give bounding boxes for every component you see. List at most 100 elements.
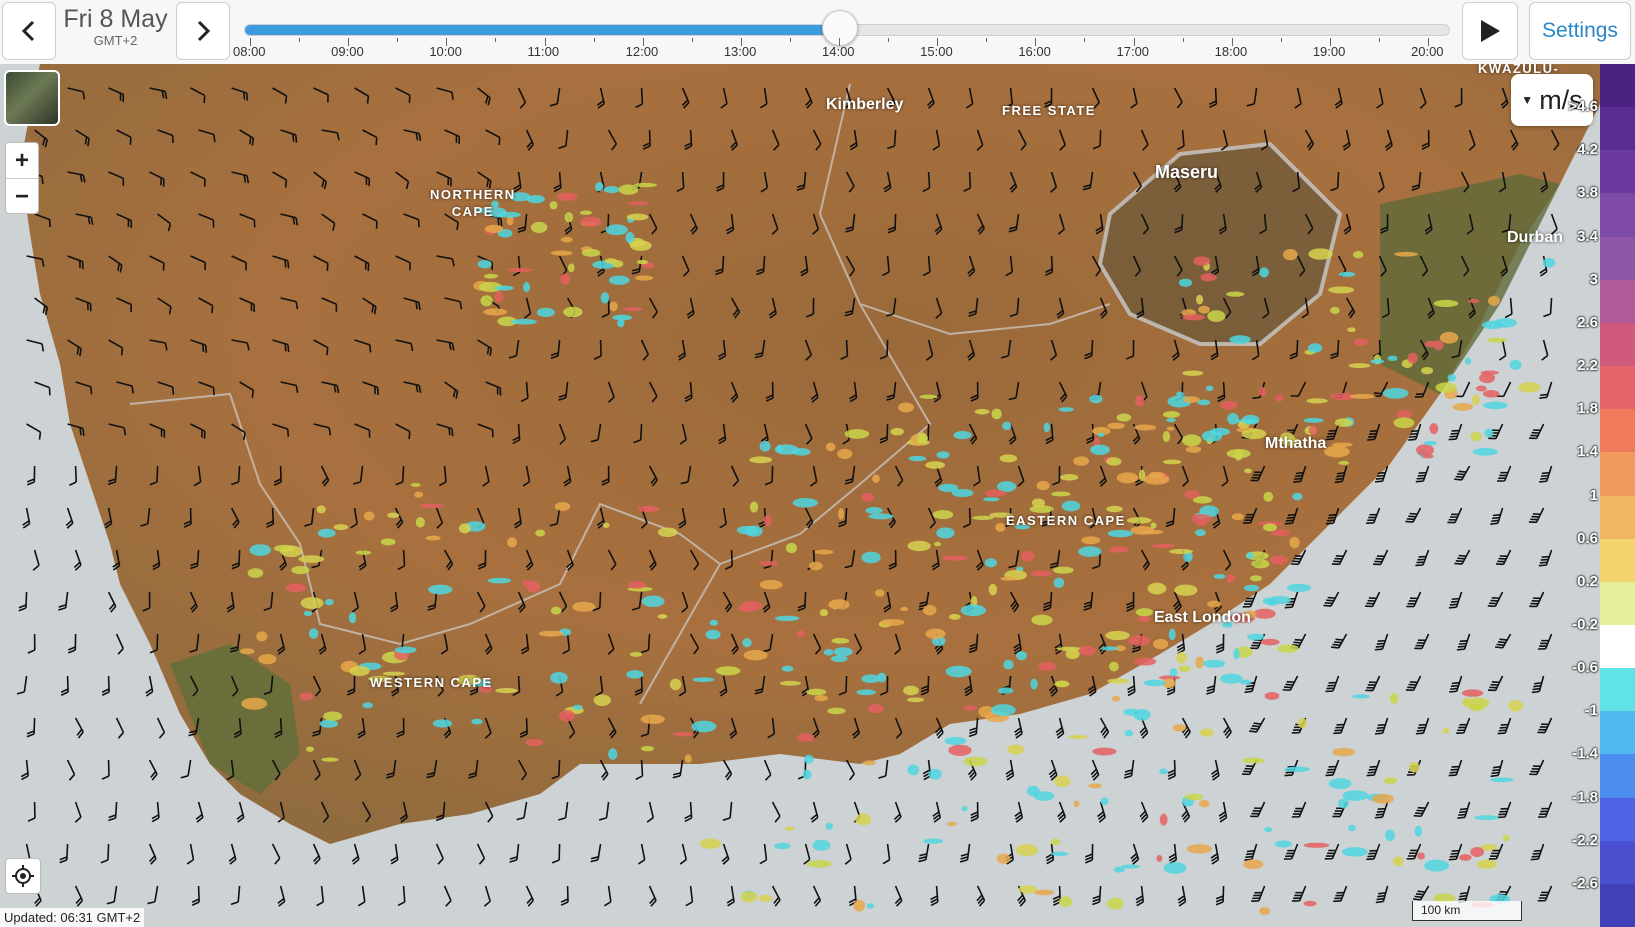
precip-cell [742,638,752,648]
precip-cell [554,501,571,511]
precip-cell [291,565,310,575]
precip-cell [1182,370,1204,376]
precip-cell [1016,651,1027,661]
locate-button[interactable] [5,858,41,894]
precip-cell [1435,382,1458,393]
precip-cell [550,671,568,684]
precip-cell [425,535,441,541]
precip-cell [1128,635,1151,647]
previous-day-button[interactable] [2,2,56,60]
precip-cell [1452,402,1473,411]
precip-cell [875,589,885,597]
precip-cell [825,822,834,830]
legend-label: 3.8 [1577,184,1598,202]
legend-swatch [1600,668,1635,712]
precip-cell [781,665,794,672]
top-toolbar: Fri 8 May GMT+2 08:00 09:00 10:00 11:00 12:0… [0,0,1635,65]
precip-cell [415,517,425,528]
precip-cell [1416,444,1435,457]
timeline-tick [495,38,497,42]
precip-cell [1226,573,1235,583]
zoom-out-button[interactable]: − [6,179,38,214]
next-day-button[interactable] [176,2,230,60]
zoom-in-button[interactable]: + [6,143,38,179]
precip-cell [1185,446,1202,453]
precip-cell [494,285,514,291]
precip-cell [1347,824,1356,832]
precip-cell [428,584,453,595]
precip-cell [1203,659,1226,668]
precip-cell [833,647,853,657]
legend-label: -1.8 [1572,788,1598,806]
precip-cell [1482,390,1500,398]
legend-swatch [1600,279,1635,324]
precip-cell [1002,421,1012,431]
legend-label: -0.2 [1572,615,1598,633]
precip-cell [837,448,853,460]
precip-cell [1292,492,1303,501]
precip-cell [759,440,771,452]
precip-cell [709,619,719,626]
precip-cell [1476,859,1497,869]
precip-cell [796,733,815,742]
precip-cell [523,282,531,293]
precip-cell [300,597,324,609]
precip-cell [279,545,303,558]
precip-cell [626,213,649,221]
precip-cell [319,719,339,728]
precip-cell [740,891,758,903]
precip-cell [1459,854,1472,861]
precip-cell [1156,855,1163,862]
map-canvas[interactable]: NORTHERN CAPE FREE STATE EASTERN CAPE WES… [0,64,1600,927]
precip-cell [1038,661,1057,671]
precip-cell [1078,546,1102,557]
precip-cell [1244,468,1252,474]
precip-cell [1308,248,1333,260]
precip-cell [1198,305,1210,314]
precip-cell [511,318,537,325]
timeline-slider[interactable]: 08:00 09:00 10:00 11:00 12:00 13:00 14:00 15:00… [233,10,1450,62]
precip-cell [625,232,635,244]
satellite-layer-icon[interactable] [4,70,60,126]
precip-cell [1226,291,1245,297]
precip-cell [1243,584,1260,592]
precip-cell [1121,864,1140,869]
precip-cell [1471,394,1480,406]
precip-cell [1392,856,1404,867]
precip-cell [483,273,499,279]
precip-cell [1370,359,1384,364]
legend-swatch [1600,797,1635,842]
precip-cell [923,838,944,844]
precip-cell [984,489,1006,497]
timeline-label: 11:00 [527,44,560,59]
precip-cell [285,583,306,593]
precip-cell [508,268,533,273]
precip-cell [823,648,834,656]
timeline-label: 10:00 [429,44,462,59]
precip-cell [608,748,618,760]
precip-cell [634,275,654,281]
legend-label: 1.4 [1577,443,1598,461]
precip-cell [1159,813,1168,826]
updated-timestamp: Updated: 06:31 GMT+2 [0,908,145,927]
precip-cell [657,614,668,619]
precip-cell [1260,638,1280,646]
precip-cell [1387,355,1398,361]
precip-cell [1034,889,1055,896]
precip-cell [1036,480,1050,491]
precip-cell [774,842,791,850]
precip-cell [684,754,692,763]
legend-swatch [1600,883,1635,927]
precip-cell [995,522,1006,532]
precip-cell [1052,566,1074,574]
precip-cell [618,184,639,195]
precip-cell [1414,825,1423,837]
timeline-tick [691,38,693,42]
settings-button[interactable]: Settings [1529,2,1631,60]
date-label: Fri 8 May [63,5,168,33]
precip-cell [1051,851,1069,857]
precip-cell [609,301,618,312]
play-button[interactable] [1462,2,1518,60]
precip-cell [1092,747,1117,756]
precip-cell [1262,597,1276,605]
